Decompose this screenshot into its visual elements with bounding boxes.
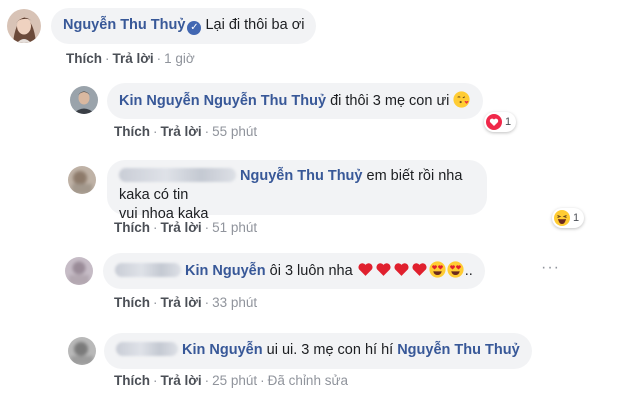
heart-eyes-emoji <box>429 261 446 278</box>
mention-tag[interactable]: Kin Nguyễn <box>185 263 266 279</box>
comment-time[interactable]: 1 giờ <box>164 51 195 66</box>
comment-text: ôi 3 luôn nha <box>269 263 353 279</box>
reaction-badge[interactable]: 1 <box>484 112 517 132</box>
comment-author[interactable]: Nguyễn Thu Thuỷ <box>63 17 185 33</box>
comment-author[interactable]: Kin Nguyễn <box>119 93 200 109</box>
separator-dot: · <box>156 51 162 66</box>
reaction-count: 1 <box>573 212 580 224</box>
avatar-blurred[interactable] <box>65 257 93 285</box>
reply-link[interactable]: Trả lời <box>113 51 154 66</box>
face-blowing-kiss-emoji <box>453 91 470 108</box>
red-heart-emoji <box>394 263 409 276</box>
separator-dot: · <box>105 51 110 66</box>
comment-bubble: Kin Nguyễn ui ui. 3 mẹ con hí hí Nguyễn … <box>104 333 532 369</box>
avatar-photo <box>68 166 96 194</box>
comment-bubble: Kin Nguyễn Nguyễn Thu Thuỷ đi thôi 3 mẹ … <box>107 83 484 119</box>
comment-bubble: Nguyễn Thu Thuỷ em biết rồi nha kaka có … <box>107 160 487 222</box>
like-link[interactable]: Thích <box>114 220 150 235</box>
love-reaction-icon <box>486 114 502 130</box>
red-heart-emoji <box>412 263 427 276</box>
separator-dot: · <box>153 295 158 310</box>
comment-time[interactable]: 25 phút <box>212 373 257 388</box>
reply-link[interactable]: Trả lời <box>161 220 202 235</box>
avatar-blurred[interactable] <box>68 166 96 194</box>
verified-badge-icon: ✓ <box>187 21 202 35</box>
reply-link[interactable]: Trả lời <box>161 373 202 388</box>
comment-text: đi thôi 3 mẹ con ưi <box>330 93 450 109</box>
comment-bubble: Kin Nguyễn ôi 3 luôn nha .. <box>103 253 485 289</box>
mention-tag[interactable]: Nguyễn Thu Thuỷ <box>204 93 326 109</box>
avatar-nguyen-thu-thuy[interactable] <box>7 9 41 43</box>
comment-text-suffix: .. <box>464 263 473 279</box>
comment-time[interactable]: 33 phút <box>212 295 257 310</box>
blurred-author-name <box>116 342 178 356</box>
separator-dot: · <box>204 220 210 235</box>
avatar-photo <box>68 337 96 365</box>
separator-dot: · <box>204 295 210 310</box>
heart-eyes-emoji <box>447 261 464 278</box>
red-heart-emoji <box>376 263 391 276</box>
comment-actions: Thích · Trả lời · 1 giờ <box>66 51 195 66</box>
reaction-count: 1 <box>505 116 512 128</box>
edited-label[interactable]: Đã chỉnh sửa <box>268 373 348 388</box>
separator-dot: · <box>204 124 210 139</box>
comment-actions: Thích · Trả lời · 55 phút <box>114 124 257 139</box>
reply-link[interactable]: Trả lời <box>161 124 202 139</box>
separator-dot: · <box>153 220 158 235</box>
avatar-photo <box>7 9 41 43</box>
separator-dot: · <box>153 124 158 139</box>
comment-bubble: Nguyễn Thu Thuỷ ✓ Lại đi thôi ba ơi <box>51 8 317 44</box>
like-link[interactable]: Thích <box>114 373 150 388</box>
like-link[interactable]: Thích <box>66 51 102 66</box>
reply-link[interactable]: Trả lời <box>161 295 202 310</box>
avatar-photo <box>65 257 93 285</box>
blurred-author-name <box>119 168 236 182</box>
mention-tag[interactable]: Kin Nguyễn <box>182 342 263 358</box>
reaction-badge[interactable]: 1 <box>552 208 585 228</box>
comment-actions: Thích · Trả lời · 33 phút <box>114 295 257 310</box>
like-link[interactable]: Thích <box>114 124 150 139</box>
avatar-kin-nguyen[interactable] <box>70 86 98 114</box>
mention-tag[interactable]: Nguyễn Thu Thuỷ <box>397 342 519 358</box>
separator-dot: · <box>204 373 210 388</box>
separator-dot: · <box>260 373 265 388</box>
comment-time[interactable]: 55 phút <box>212 124 257 139</box>
haha-reaction-icon <box>554 210 570 226</box>
red-heart-emoji <box>358 263 373 276</box>
comment-text: ui ui. 3 mẹ con hí hí <box>266 342 394 358</box>
avatar-blurred[interactable] <box>68 337 96 365</box>
comment-actions: Thích · Trả lời · 25 phút · Đã chỉnh sửa <box>114 373 348 388</box>
more-options-icon[interactable]: ··· <box>541 259 560 277</box>
separator-dot: · <box>153 373 158 388</box>
comment-text: Lại đi thôi ba ơi <box>205 17 305 33</box>
mention-tag[interactable]: Nguyễn Thu Thuỷ <box>240 168 362 184</box>
like-link[interactable]: Thích <box>114 295 150 310</box>
comment-actions: Thích · Trả lời · 51 phút <box>114 220 257 235</box>
comment-time[interactable]: 51 phút <box>212 220 257 235</box>
avatar-photo <box>70 86 98 114</box>
blurred-author-name <box>115 263 181 277</box>
